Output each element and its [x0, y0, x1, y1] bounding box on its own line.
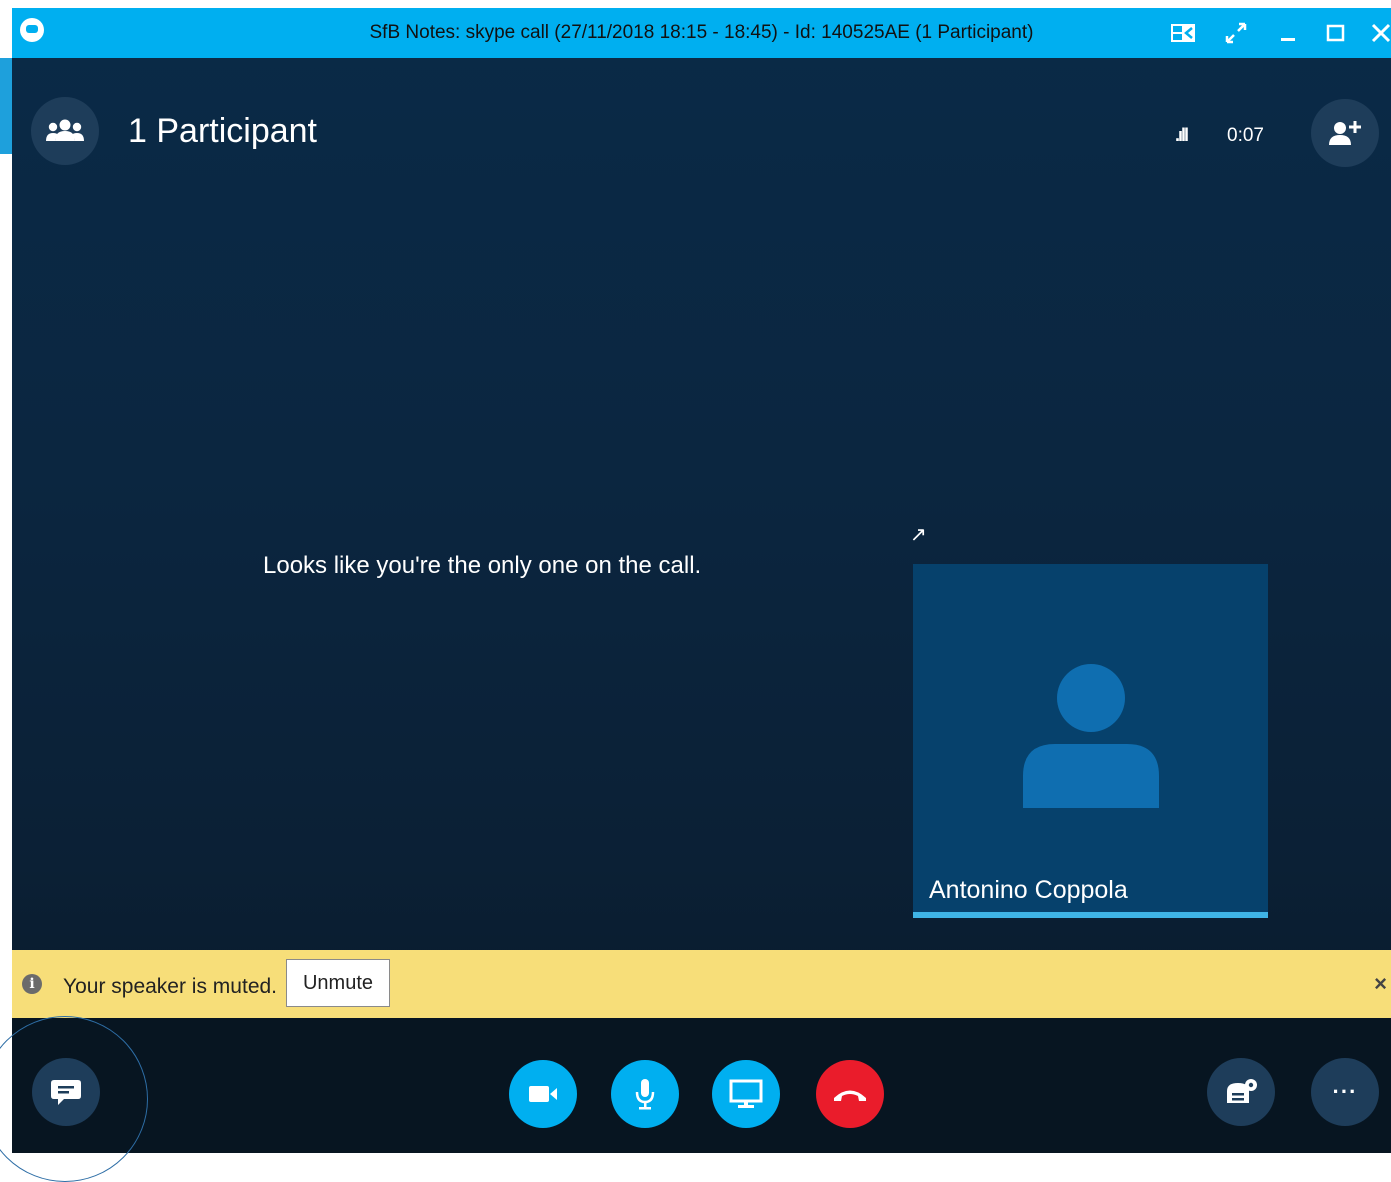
chat-icon: [51, 1080, 81, 1105]
banner-close-icon[interactable]: ×: [1374, 971, 1387, 997]
participant-tile[interactable]: Antonino Coppola: [913, 564, 1268, 918]
banner-message: Your speaker is muted.: [63, 975, 278, 998]
signal-strength-icon[interactable]: .ıll: [1175, 125, 1189, 146]
call-window: SfB Notes: skype call (27/11/2018 18:15 …: [0, 8, 1391, 1182]
avatar-placeholder-icon: [1023, 664, 1159, 808]
more-options-button[interactable]: ···: [1311, 1058, 1379, 1126]
unmute-button[interactable]: Unmute: [286, 959, 390, 1007]
call-timer: 0:07: [1227, 125, 1264, 146]
participants-count-label: 1 Participant: [128, 112, 317, 150]
participants-icon: [46, 119, 84, 141]
call-controls-icon: [1227, 1079, 1257, 1103]
video-button[interactable]: [509, 1060, 577, 1128]
maximize-icon[interactable]: [1322, 20, 1348, 46]
title-bar: SfB Notes: skype call (27/11/2018 18:15 …: [12, 8, 1391, 58]
notification-banner: i Your speaker is muted. Unmute ×: [12, 950, 1391, 1018]
fullscreen-icon[interactable]: [1223, 20, 1249, 46]
info-icon: i: [22, 974, 42, 994]
screen-share-icon: [729, 1079, 763, 1108]
compact-view-icon[interactable]: [1170, 20, 1196, 46]
hang-up-button[interactable]: [816, 1060, 884, 1128]
participant-name: Antonino Coppola: [929, 876, 1128, 904]
participants-button[interactable]: [31, 97, 99, 165]
add-participant-button[interactable]: [1311, 99, 1379, 167]
call-controls-button[interactable]: [1207, 1058, 1275, 1126]
minimize-icon[interactable]: [1275, 20, 1301, 46]
hang-up-icon: [834, 1090, 866, 1101]
speaking-indicator-bar: [913, 912, 1268, 918]
close-icon[interactable]: [1368, 20, 1391, 46]
popout-icon[interactable]: ↗: [910, 522, 927, 547]
microphone-icon: [635, 1079, 655, 1110]
more-options-icon: ···: [1332, 1079, 1358, 1104]
background-document: [0, 0, 12, 1153]
microphone-button[interactable]: [611, 1060, 679, 1128]
chat-button[interactable]: [32, 1058, 100, 1126]
video-icon: [529, 1086, 557, 1102]
call-controls-bar: ···: [12, 1018, 1391, 1153]
background-band: [0, 58, 12, 154]
screen-share-button[interactable]: [712, 1060, 780, 1128]
add-participant-icon: [1329, 121, 1361, 145]
empty-call-message: Looks like you're the only one on the ca…: [263, 552, 702, 579]
